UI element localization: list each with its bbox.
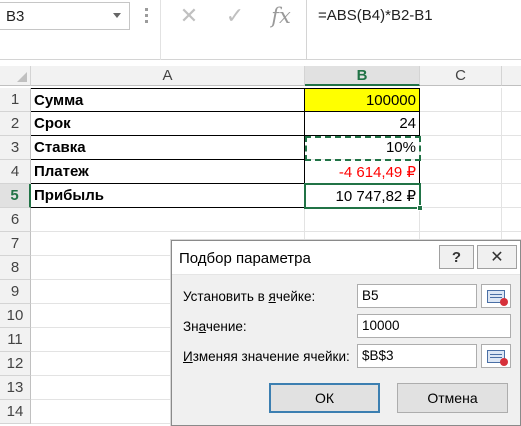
cell-b3[interactable]: 10% (305, 136, 420, 160)
cell-c1[interactable] (420, 88, 502, 112)
cell-a2[interactable]: Срок (31, 112, 305, 136)
cell-b6[interactable] (305, 208, 420, 232)
cell-c2[interactable] (420, 112, 502, 136)
close-icon: ✕ (490, 249, 504, 266)
name-box-value[interactable]: B3 (6, 8, 24, 25)
insert-function-icon[interactable]: fx (266, 4, 296, 28)
help-button[interactable]: ? (439, 245, 474, 269)
goal-seek-dialog: Подбор параметра ? ✕ Установить в ячейке… (171, 240, 521, 426)
collapse-dialog-button[interactable] (481, 344, 511, 368)
fill-handle[interactable] (417, 205, 423, 211)
cell-d4[interactable] (502, 160, 521, 184)
column-header-c[interactable]: C (420, 66, 502, 86)
row-header[interactable]: 1 (0, 88, 31, 112)
set-cell-input[interactable]: B5 (357, 284, 477, 308)
value-label-accel: а (198, 319, 206, 334)
column-header-a[interactable]: A (31, 66, 305, 86)
row-header[interactable]: 2 (0, 112, 31, 136)
cell-a3[interactable]: Ставка (31, 136, 305, 160)
row-header[interactable]: 10 (0, 304, 31, 328)
set-cell-label-text: чейке: (275, 289, 316, 304)
cancel-button[interactable]: Отмена (397, 383, 508, 413)
set-cell-label: Установить в ячейке: (183, 289, 315, 304)
cell-d1[interactable] (502, 88, 521, 112)
row-header[interactable]: 4 (0, 160, 31, 184)
dialog-title: Подбор параметра (179, 250, 311, 267)
close-button[interactable]: ✕ (477, 245, 517, 269)
row-header[interactable]: 12 (0, 352, 31, 376)
row-header[interactable]: 6 (0, 208, 31, 232)
range-select-icon (487, 349, 508, 366)
cell-d6[interactable] (502, 208, 521, 232)
cell-d5[interactable] (502, 184, 521, 208)
cell-a5[interactable]: Прибыль (31, 184, 305, 208)
row-header[interactable]: 5 (0, 184, 31, 208)
cell-d3[interactable] (502, 136, 521, 160)
set-cell-label-text: Установить в (183, 289, 269, 304)
value-label: Значение: (183, 319, 247, 334)
row-header[interactable]: 7 (0, 232, 31, 256)
changing-cell-label-accel: И (183, 349, 193, 364)
value-label-text: чение: (205, 319, 247, 334)
drag-handle-icon[interactable] (142, 6, 150, 26)
cell-b2[interactable]: 24 (305, 112, 420, 136)
close-icon[interactable]: ✕ (174, 3, 204, 28)
formula-input[interactable]: =ABS(B4)*B2-B1 (318, 7, 433, 24)
cell-b4[interactable]: -4 614,49 ₽ (305, 160, 420, 184)
row-header[interactable]: 3 (0, 136, 31, 160)
value-input[interactable]: 10000 (357, 314, 511, 338)
cell-a1[interactable]: Сумма (31, 88, 305, 112)
column-header-b[interactable]: B (305, 66, 420, 86)
changing-cell-label: Изменяя значение ячейки: (183, 349, 350, 364)
column-header-d[interactable] (502, 66, 521, 86)
name-box[interactable]: B3 (0, 2, 130, 30)
row-header[interactable]: 8 (0, 256, 31, 280)
ok-button[interactable]: ОК (269, 383, 380, 413)
cell-c3[interactable] (420, 136, 502, 160)
cell-b1[interactable]: 100000 (305, 88, 420, 112)
changing-cell-label-text: зменяя значение ячейки: (192, 349, 350, 364)
check-icon[interactable]: ✓ (220, 3, 250, 28)
divider (306, 0, 307, 60)
cell-c4[interactable] (420, 160, 502, 184)
cell-c5[interactable] (420, 184, 502, 208)
row-header[interactable]: 13 (0, 376, 31, 400)
chevron-down-icon[interactable] (113, 13, 121, 18)
dialog-title-bar[interactable]: Подбор параметра ? ✕ (172, 241, 520, 275)
changing-cell-input[interactable]: $B$3 (357, 344, 477, 368)
value-label-text: Зн (183, 319, 199, 334)
set-cell-label-accel: я (268, 289, 276, 304)
formula-bar: B3 ✕ ✓ fx =ABS(B4)*B2-B1 (0, 0, 521, 60)
divider (160, 0, 161, 60)
cell-a6[interactable] (31, 208, 305, 232)
collapse-dialog-button[interactable] (481, 284, 511, 308)
row-header[interactable]: 9 (0, 280, 31, 304)
cell-b5[interactable]: 10 747,82 ₽ (305, 184, 420, 208)
select-all-button[interactable] (0, 66, 31, 86)
range-select-icon (487, 289, 508, 306)
cell-c6[interactable] (420, 208, 502, 232)
help-icon: ? (451, 248, 462, 266)
cell-d2[interactable] (502, 112, 521, 136)
cell-a4[interactable]: Платеж (31, 160, 305, 184)
row-header[interactable]: 14 (0, 400, 31, 424)
row-header[interactable]: 11 (0, 328, 31, 352)
